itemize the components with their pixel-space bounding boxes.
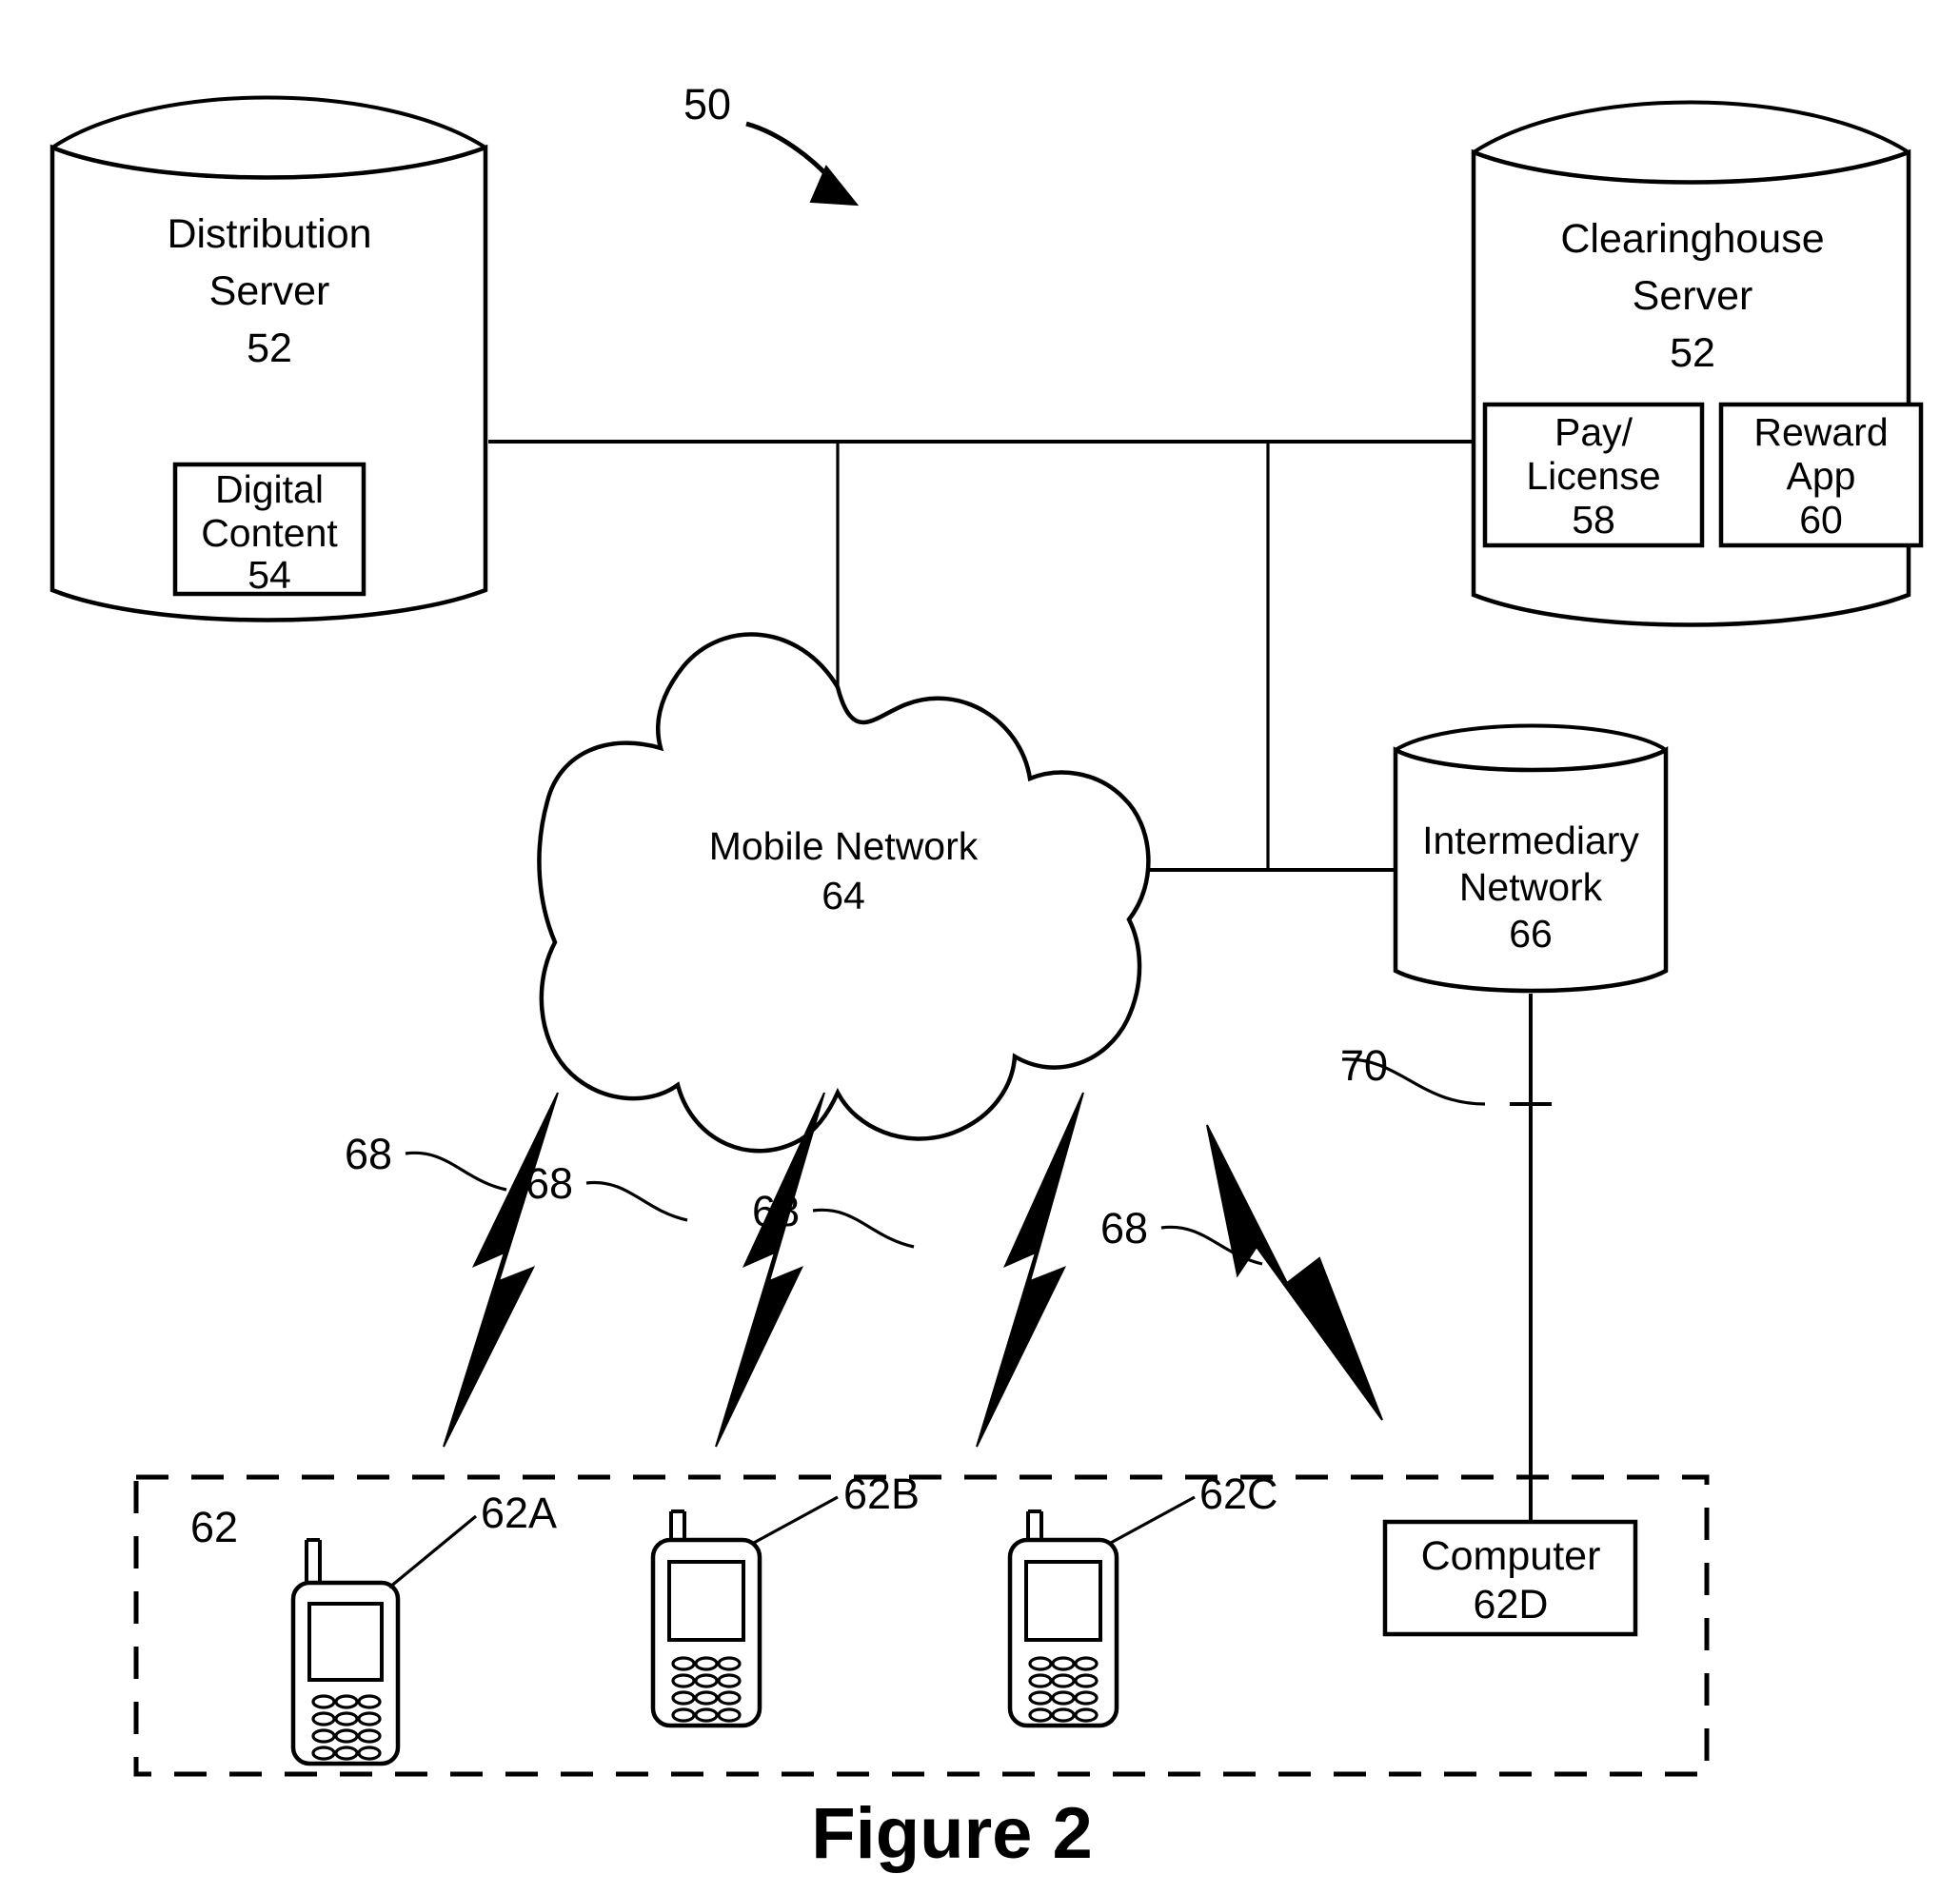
clearinghouse-server-line2: Server <box>1633 273 1753 319</box>
pay-license-ref: 58 <box>1572 498 1615 542</box>
computer-ref: 62D <box>1474 1582 1549 1628</box>
figure-caption: Figure 2 <box>811 1793 1093 1874</box>
intermediary-link-ref-label: 70 <box>1340 1041 1388 1090</box>
mobile-device-b-ref: 62B <box>843 1470 920 1518</box>
device-group-ref-label: 62 <box>190 1503 238 1551</box>
wireless-link-label-2: 68 <box>525 1159 573 1208</box>
patent-figure-page: 50 Distribution Server 52 Digital Conten… <box>0 0 1960 1894</box>
wireless-link-label-3: 68 <box>752 1187 800 1235</box>
distribution-server-ref: 52 <box>247 326 292 371</box>
mobile-network-label: Mobile Network <box>709 824 979 868</box>
pay-license-line2: License <box>1526 454 1660 498</box>
digital-content-line2: Content <box>201 511 338 555</box>
digital-content-ref: 54 <box>247 553 291 597</box>
clearinghouse-server-ref: 52 <box>1670 330 1715 376</box>
figure-text-layer: 50 Distribution Server 52 Digital Conten… <box>167 80 1888 1874</box>
system-ref-label: 50 <box>683 80 731 128</box>
mobile-device-a-ref: 62A <box>481 1489 557 1537</box>
reward-app-line1: Reward <box>1753 410 1888 454</box>
distribution-server-line1: Distribution <box>167 211 371 257</box>
mobile-network-ref: 64 <box>822 874 865 917</box>
mobile-device-c-ref: 62C <box>1199 1470 1278 1518</box>
reward-app-line2: App <box>1787 454 1856 498</box>
wireless-link-label-4: 68 <box>1100 1204 1148 1253</box>
distribution-server-line2: Server <box>209 268 330 314</box>
pay-license-line1: Pay/ <box>1554 410 1633 454</box>
reward-app-ref: 60 <box>1799 498 1843 542</box>
digital-content-line1: Digital <box>215 467 324 511</box>
computer-label: Computer <box>1421 1533 1601 1579</box>
intermediary-network-line1: Intermediary <box>1422 819 1639 862</box>
wireless-link-label-1: 68 <box>345 1130 392 1178</box>
clearinghouse-server-line1: Clearinghouse <box>1560 216 1824 262</box>
intermediary-network-ref: 66 <box>1509 912 1553 956</box>
intermediary-network-line2: Network <box>1459 865 1603 909</box>
